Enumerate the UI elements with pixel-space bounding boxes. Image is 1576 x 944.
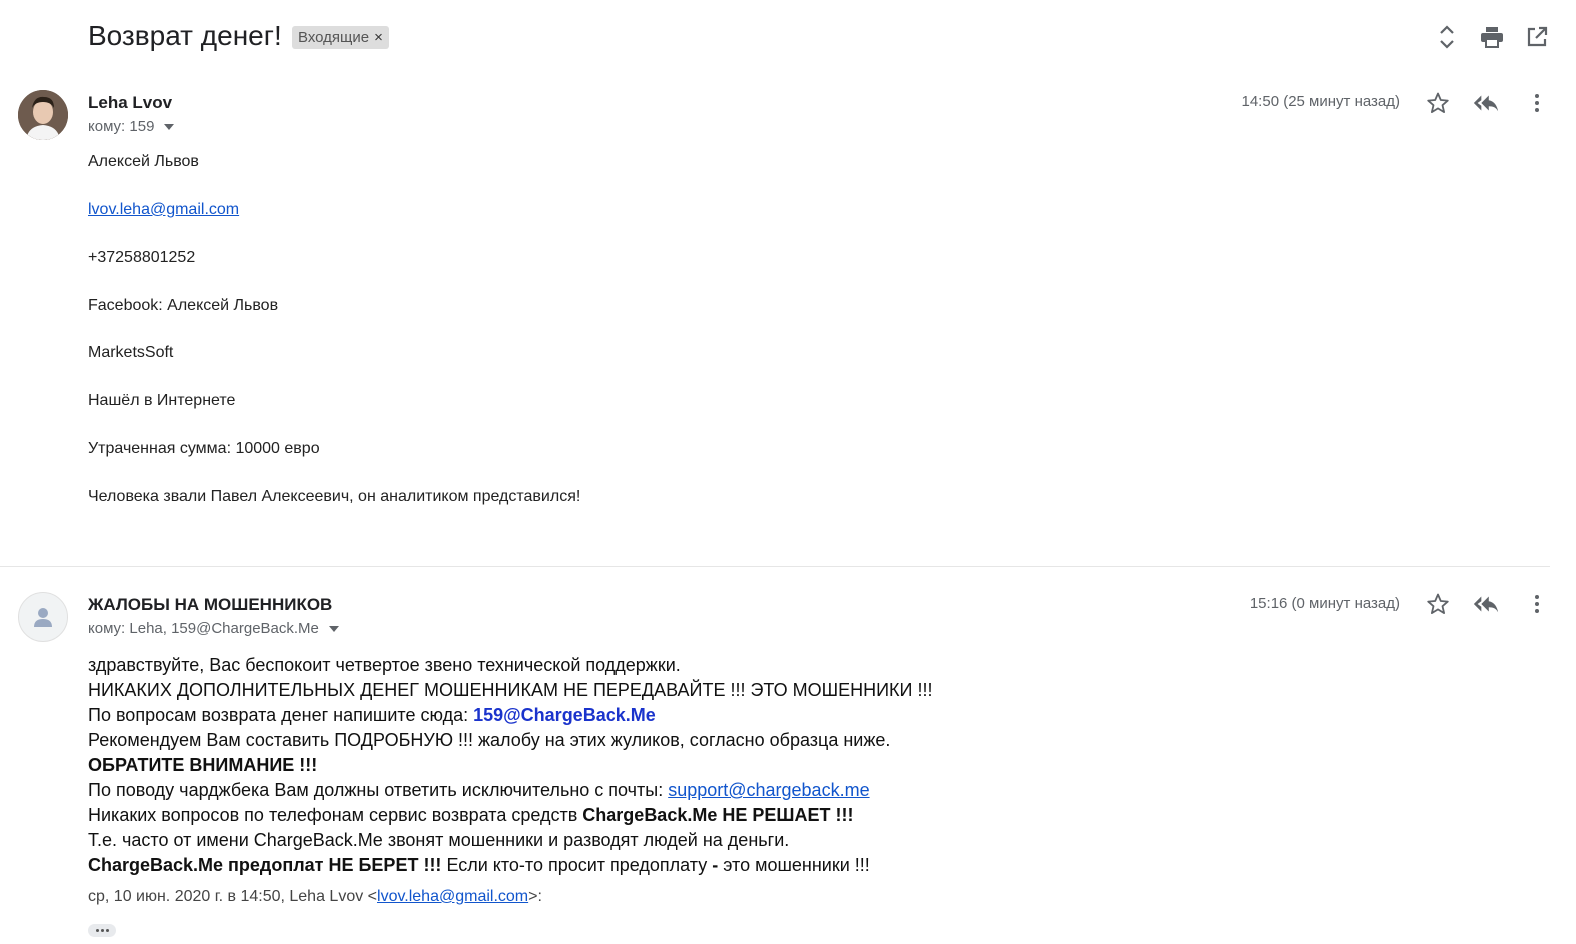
quote-text: ср, 10 июн. 2020 г. в 14:50, Leha Lvov <	[88, 888, 378, 905]
message-time: 14:50 (25 минут назад)	[1241, 93, 1401, 110]
body-line-support: По поводу чарджбека Вам должны ответить …	[88, 778, 932, 803]
body-text: Никаких вопросов по телефонам сервис воз…	[88, 805, 583, 825]
chargeback-email-link[interactable]: 159@ChargeBack.Me	[473, 705, 656, 725]
body-line-company: MarketsSoft	[88, 344, 174, 361]
dot-icon	[105, 929, 109, 932]
message-divider	[0, 566, 1550, 567]
body-line: Рекомендуем Вам составить ПОДРОБНУЮ !!! …	[88, 730, 891, 750]
body-line-refund-contact: По вопросам возврата денег напишите сюда…	[88, 703, 932, 728]
body-line-contact-person: Человека звали Павел Алексеевич, он анал…	[88, 488, 581, 505]
reply-all-icon[interactable]	[1472, 89, 1500, 117]
more-options-icon[interactable]	[1523, 89, 1551, 117]
support-email-link[interactable]: support@chargeback.me	[668, 780, 869, 800]
body-text: По вопросам возврата денег напишите сюда…	[88, 705, 474, 725]
body-line-prepayment: ChargeBack.Me предоплат НЕ БЕРЕТ !!! Есл…	[88, 853, 932, 878]
body-bold-text: ChargeBack.Me НЕ РЕШАЕТ !!!	[582, 805, 854, 825]
body-line-warning: НИКАКИХ ДОПОЛНИТЕЛЬНЫХ ДЕНЕГ МОШЕННИКАМ …	[88, 680, 933, 700]
email-subject: Возврат денег!	[88, 20, 282, 51]
recipients-text: кому: 159	[88, 118, 155, 135]
expand-collapse-icon[interactable]	[1433, 23, 1461, 51]
body-line-name: Алексей Львов	[88, 153, 199, 170]
recipients-text: кому: Leha, 159@ChargeBack.Me	[88, 620, 319, 637]
label-chip-text: Входящие	[298, 29, 370, 46]
star-icon[interactable]	[1424, 590, 1452, 618]
body-line-phone: +37258801252	[88, 249, 196, 266]
star-icon[interactable]	[1424, 89, 1452, 117]
show-trimmed-content-button[interactable]	[88, 924, 116, 937]
body-text: это мошенники !!!	[718, 855, 870, 875]
body-text: По поводу чарджбека Вам должны ответить …	[88, 780, 669, 800]
body-line: Т.е. часто от имени ChargeBack.Me звонят…	[88, 830, 790, 850]
body-line-source: Нашёл в Интернете	[88, 392, 236, 409]
sender-name[interactable]: ЖАЛОБЫ НА МОШЕННИКОВ	[88, 595, 332, 615]
reply-all-icon[interactable]	[1472, 590, 1500, 618]
recipients-line[interactable]: кому: 159	[88, 118, 175, 135]
dot-icon	[100, 929, 104, 932]
body-email-link[interactable]: lvov.leha@gmail.com	[88, 201, 239, 219]
body-line-phones: Никаких вопросов по телефонам сервис воз…	[88, 803, 932, 828]
dot-icon	[95, 929, 99, 932]
sender-name[interactable]: Leha Lvov	[88, 93, 172, 113]
body-line-facebook: Facebook: Алексей Львов	[88, 297, 279, 314]
quoted-header: ср, 10 июн. 2020 г. в 14:50, Leha Lvov <…	[88, 888, 542, 906]
recipients-line[interactable]: кому: Leha, 159@ChargeBack.Me	[88, 620, 339, 637]
quote-email-link[interactable]: lvov.leha@gmail.com	[377, 888, 528, 905]
body-line-amount: Утраченная сумма: 10000 евро	[88, 440, 320, 457]
quote-text: >:	[528, 888, 542, 905]
open-in-new-window-icon[interactable]	[1523, 23, 1551, 51]
print-icon[interactable]	[1478, 23, 1506, 51]
body-text: Если кто-то просит предоплату	[441, 855, 713, 875]
message-time: 15:16 (0 минут назад)	[1249, 595, 1400, 612]
remove-label-icon[interactable]: ×	[374, 26, 383, 49]
more-options-icon[interactable]	[1523, 590, 1551, 618]
body-line: здравствуйте, Вас беспокоит четвертое зв…	[88, 655, 681, 675]
sender-avatar[interactable]	[18, 90, 68, 140]
chevron-down-icon[interactable]	[328, 625, 339, 632]
label-chip-inbox[interactable]: Входящие ×	[292, 26, 389, 49]
body-bold-text: ChargeBack.Me предоплат НЕ БЕРЕТ !!!	[88, 855, 442, 875]
message-body: здравствуйте, Вас беспокоит четвертое зв…	[88, 653, 932, 878]
default-avatar-icon[interactable]	[18, 592, 68, 642]
body-line-attention: ОБРАТИТЕ ВНИМАНИЕ !!!	[88, 755, 318, 775]
chevron-down-icon[interactable]	[164, 123, 175, 130]
